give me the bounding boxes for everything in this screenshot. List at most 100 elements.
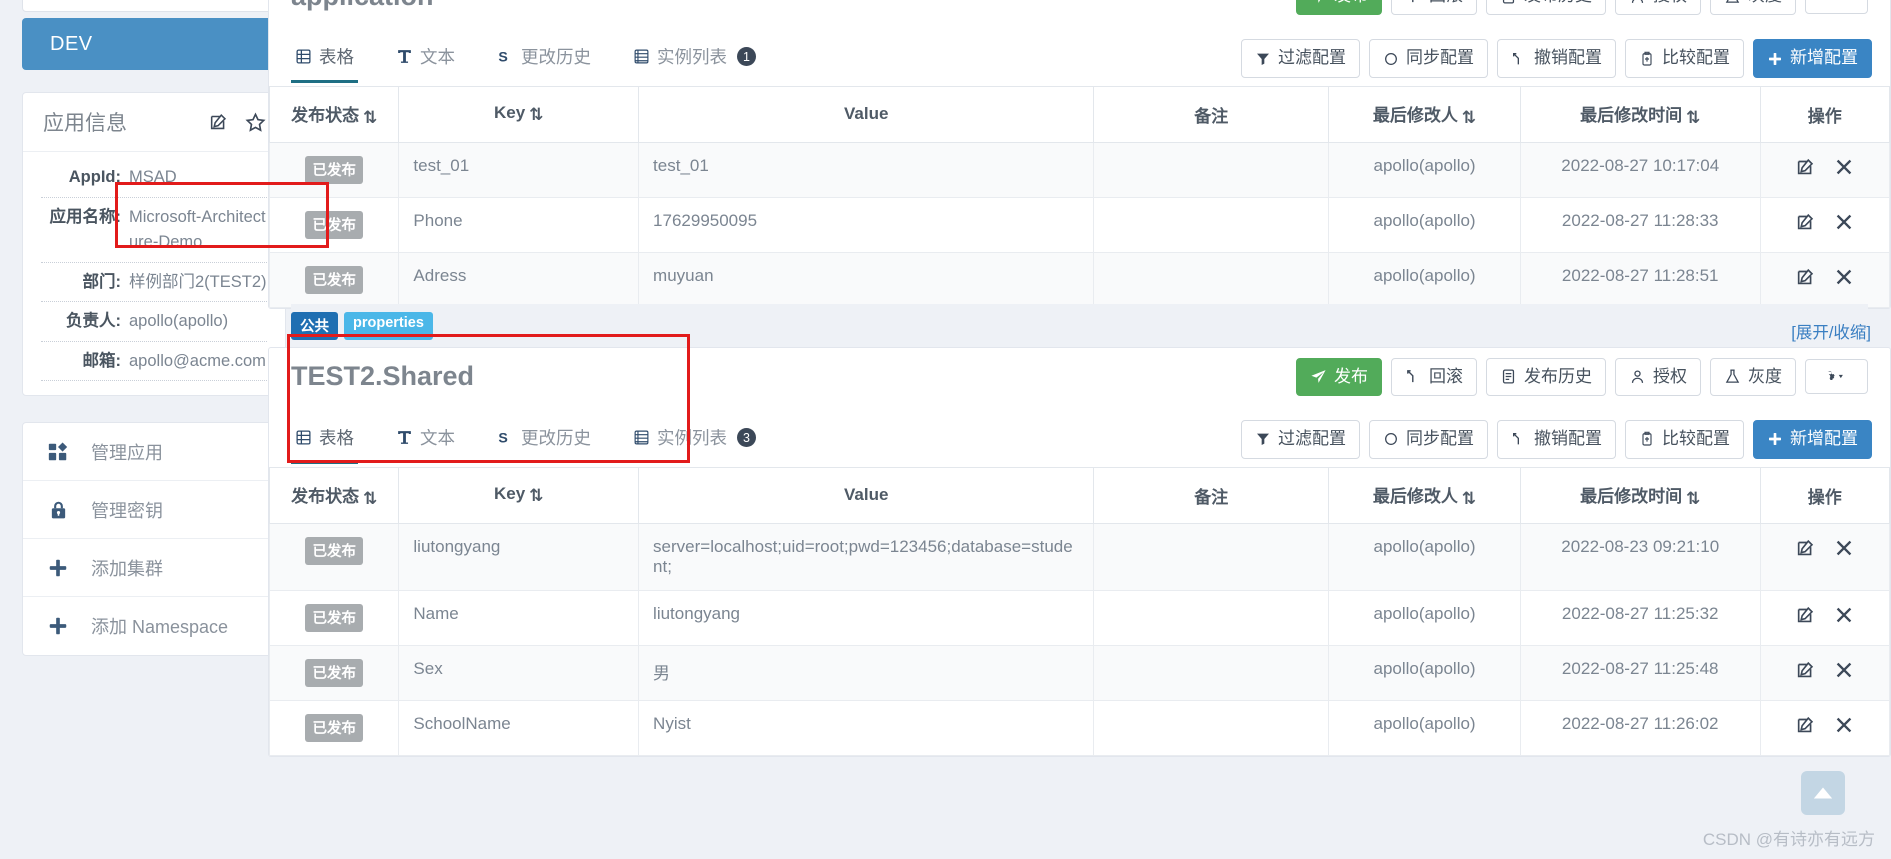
tab-label: 实例列表 xyxy=(657,47,727,68)
env-selector-dev[interactable]: DEV xyxy=(22,18,286,70)
th-user[interactable]: 最后修改人 ⇅ xyxy=(1328,467,1521,524)
tab-instance-list[interactable]: 实例列表 3 xyxy=(629,415,760,464)
edit-row-icon[interactable] xyxy=(1795,537,1817,559)
gray-release-button[interactable]: 灰度 xyxy=(1710,357,1796,397)
tab-text[interactable]: 文本 xyxy=(392,415,459,464)
th-time[interactable]: 最后修改时间 ⇅ xyxy=(1519,467,1761,524)
tab-table[interactable]: 表格 xyxy=(291,415,358,465)
delete-row-icon[interactable] xyxy=(1833,156,1855,178)
instances-icon xyxy=(633,48,650,65)
table-icon xyxy=(295,429,312,446)
back-to-top-button[interactable] xyxy=(1801,771,1845,815)
publish-history-button[interactable]: 发布历史 xyxy=(1486,357,1606,397)
undo-config-button[interactable]: 撤销配置 xyxy=(1497,39,1616,78)
th-status[interactable]: 发布状态 ⇅ xyxy=(268,467,400,524)
compare-config-label: 比较配置 xyxy=(1662,429,1730,449)
tab-change-history[interactable]: S 更改历史 xyxy=(493,34,595,83)
th-status[interactable]: 发布状态 ⇅ xyxy=(268,86,400,143)
publish-button[interactable]: 发布 xyxy=(1296,357,1382,397)
send-icon xyxy=(1310,368,1327,385)
th-label: 操作 xyxy=(1807,487,1842,507)
delete-row-icon[interactable] xyxy=(1833,604,1855,626)
table-header-row: 发布状态 ⇅ Key ⇅ Value 备注 最后修改人 ⇅ 最后修改时间 ⇅ 操作 xyxy=(268,86,1891,143)
delete-row-icon[interactable] xyxy=(1833,211,1855,233)
authorize-button[interactable]: 授权 xyxy=(1615,0,1701,16)
filter-config-button[interactable]: 过滤配置 xyxy=(1241,39,1360,78)
settings-dropdown-button[interactable] xyxy=(1805,359,1868,395)
cell-status: 已发布 xyxy=(268,699,400,756)
app-info-body: AppId: MSAD 应用名称: Microsoft-Architecture… xyxy=(23,152,285,395)
list-icon xyxy=(1500,368,1517,385)
rollback-button[interactable]: 回滚 xyxy=(1391,357,1477,397)
text-icon xyxy=(396,48,413,65)
list-icon xyxy=(1500,0,1517,5)
cell-remark xyxy=(1093,699,1330,756)
namespace-tags: 公共 properties xyxy=(291,303,1868,346)
publish-button[interactable]: 发布 xyxy=(1296,0,1382,16)
compare-config-button[interactable]: 比较配置 xyxy=(1625,420,1744,459)
sidebar-item-manage-key[interactable]: 管理密钥 xyxy=(23,481,285,540)
plus-icon xyxy=(45,557,71,579)
undo-config-button[interactable]: 撤销配置 xyxy=(1497,420,1616,459)
edit-row-icon[interactable] xyxy=(1795,211,1817,233)
delete-row-icon[interactable] xyxy=(1833,537,1855,559)
favorite-star-icon[interactable] xyxy=(244,111,267,134)
th-label: Key xyxy=(494,484,526,504)
tab-text[interactable]: 文本 xyxy=(392,34,459,83)
sidebar-item-manage-app[interactable]: 管理应用 xyxy=(23,423,285,482)
cell-time: 2022-08-23 09:21:10 xyxy=(1519,522,1761,591)
expand-collapse-label: [展开/收缩] xyxy=(1791,323,1871,342)
add-config-button[interactable]: 新增配置 xyxy=(1753,420,1872,459)
info-label: 邮箱: xyxy=(82,351,122,370)
history-icon: S xyxy=(497,429,514,447)
th-label: 最后修改时间 xyxy=(1580,486,1683,506)
cell-key: liutongyang xyxy=(398,522,640,591)
th-key[interactable]: Key ⇅ xyxy=(398,86,640,143)
add-config-label: 新增配置 xyxy=(1790,48,1858,68)
cell-status: 已发布 xyxy=(268,196,400,253)
delete-row-icon[interactable] xyxy=(1833,659,1855,681)
delete-row-icon[interactable] xyxy=(1833,266,1855,288)
th-key[interactable]: Key ⇅ xyxy=(398,467,640,524)
sidebar-item-add-cluster[interactable]: 添加集群 xyxy=(23,539,285,598)
cell-time: 2022-08-27 11:25:48 xyxy=(1519,644,1761,701)
app-info-panel: 应用信息 AppId: MSAD 应用名称: Microsoft-Archite… xyxy=(22,92,286,397)
namespace-title: TEST2.Shared xyxy=(291,361,475,392)
settings-dropdown-button[interactable] xyxy=(1805,0,1868,14)
edit-row-icon[interactable] xyxy=(1795,266,1817,288)
sync-config-button[interactable]: 同步配置 xyxy=(1369,39,1488,78)
th-value: Value xyxy=(638,467,1095,524)
delete-row-icon[interactable] xyxy=(1833,714,1855,736)
th-label: 备注 xyxy=(1194,487,1229,507)
edit-row-icon[interactable] xyxy=(1795,714,1817,736)
publish-history-button[interactable]: 发布历史 xyxy=(1486,0,1606,16)
filter-config-button[interactable]: 过滤配置 xyxy=(1241,420,1360,459)
compare-icon xyxy=(1639,51,1655,67)
th-user[interactable]: 最后修改人 ⇅ xyxy=(1328,86,1521,143)
authorize-label: 授权 xyxy=(1653,366,1687,386)
authorize-button[interactable]: 授权 xyxy=(1615,357,1701,397)
edit-app-icon[interactable] xyxy=(208,111,230,134)
edit-row-icon[interactable] xyxy=(1795,659,1817,681)
cell-key: Phone xyxy=(398,196,640,253)
tab-table[interactable]: 表格 xyxy=(291,34,358,84)
tab-change-history[interactable]: S 更改历史 xyxy=(493,415,595,464)
sync-config-button[interactable]: 同步配置 xyxy=(1369,420,1488,459)
cell-key: SchoolName xyxy=(398,699,640,756)
edit-row-icon[interactable] xyxy=(1795,604,1817,626)
status-badge: 已发布 xyxy=(305,265,363,294)
add-config-button[interactable]: 新增配置 xyxy=(1753,39,1872,78)
sidebar-item-add-namespace[interactable]: 添加 Namespace xyxy=(23,597,285,655)
info-value: apollo(apollo) xyxy=(129,312,229,331)
svg-text:S: S xyxy=(498,431,507,447)
svg-text:S: S xyxy=(498,50,507,66)
gray-release-button[interactable]: 灰度 xyxy=(1710,0,1796,16)
rollback-button[interactable]: 回滚 xyxy=(1391,0,1477,16)
tab-instance-list[interactable]: 实例列表 1 xyxy=(629,34,760,83)
edit-row-icon[interactable] xyxy=(1795,156,1817,178)
cell-key: Name xyxy=(398,589,640,646)
compare-config-button[interactable]: 比较配置 xyxy=(1625,39,1744,78)
th-time[interactable]: 最后修改时间 ⇅ xyxy=(1519,86,1761,143)
app-info-header: 应用信息 xyxy=(23,93,285,152)
rollback-label: 回滚 xyxy=(1429,366,1463,386)
